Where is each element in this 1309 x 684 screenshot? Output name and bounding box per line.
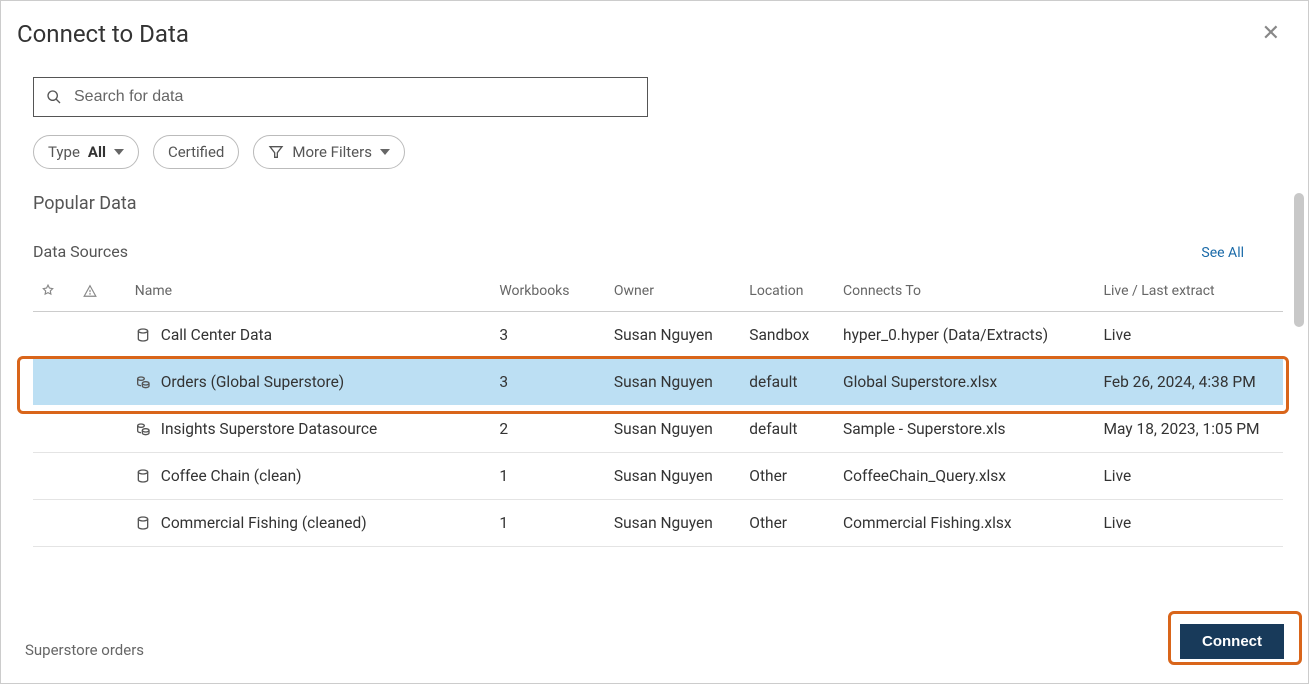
row-connects-to: hyper_0.hyper (Data/Extracts) — [835, 312, 1095, 359]
row-name: Orders (Global Superstore) — [161, 373, 344, 391]
published-datasource-icon — [135, 421, 151, 437]
col-location[interactable]: Location — [741, 271, 835, 312]
row-live: May 18, 2023, 1:05 PM — [1095, 406, 1283, 453]
table-row[interactable]: Coffee Chain (clean) 1Susan NguyenOtherCo… — [33, 453, 1283, 500]
more-filters[interactable]: More Filters — [253, 135, 405, 169]
row-owner: Susan Nguyen — [606, 312, 741, 359]
col-connects-to[interactable]: Connects To — [835, 271, 1095, 312]
row-name: Insights Superstore Datasource — [161, 420, 378, 438]
table-row[interactable]: Orders (Global Superstore) 3Susan Nguyend… — [33, 359, 1283, 406]
row-name: Call Center Data — [161, 326, 272, 344]
see-all-link[interactable]: See All — [1201, 245, 1244, 261]
row-live: Feb 26, 2024, 4:38 PM — [1095, 359, 1283, 406]
connect-to-data-dialog: Connect to Data ✕ Type All Certified — [0, 0, 1309, 684]
datasource-icon — [135, 515, 151, 531]
col-warning[interactable] — [75, 271, 127, 312]
certified-filter[interactable]: Certified — [153, 135, 239, 169]
datasource-icon — [135, 327, 151, 343]
row-owner: Susan Nguyen — [606, 406, 741, 453]
row-connects-to: Global Superstore.xlsx — [835, 359, 1095, 406]
footer-status: Superstore orders — [25, 641, 144, 659]
certified-filter-label: Certified — [168, 143, 224, 161]
close-button[interactable]: ✕ — [1258, 19, 1284, 49]
row-connects-to: Sample - Superstore.xls — [835, 406, 1095, 453]
row-owner: Susan Nguyen — [606, 500, 741, 547]
row-live: Live — [1095, 453, 1283, 500]
filter-icon — [268, 144, 284, 160]
connect-button[interactable]: Connect — [1180, 624, 1284, 659]
row-owner: Susan Nguyen — [606, 453, 741, 500]
row-workbooks: 1 — [491, 453, 606, 500]
dialog-title: Connect to Data — [17, 20, 189, 48]
row-location: Other — [741, 500, 835, 547]
row-name: Coffee Chain (clean) — [161, 467, 302, 485]
row-live: Live — [1095, 312, 1283, 359]
row-workbooks: 2 — [491, 406, 606, 453]
col-workbooks[interactable]: Workbooks — [491, 271, 606, 312]
table-row[interactable]: Insights Superstore Datasource 2Susan Ngu… — [33, 406, 1283, 453]
row-owner: Susan Nguyen — [606, 359, 741, 406]
data-sources-heading: Data Sources — [33, 242, 128, 261]
search-box[interactable] — [33, 77, 648, 117]
row-connects-to: CoffeeChain_Query.xlsx — [835, 453, 1095, 500]
type-filter-prefix: Type — [48, 143, 80, 161]
chevron-down-icon — [380, 149, 390, 155]
row-location: default — [741, 406, 835, 453]
row-workbooks: 3 — [491, 312, 606, 359]
col-name[interactable]: Name — [127, 271, 492, 312]
col-live[interactable]: Live / Last extract — [1095, 271, 1283, 312]
search-icon — [46, 89, 62, 105]
table-row[interactable]: Call Center Data 3Susan NguyenSandboxhype… — [33, 312, 1283, 359]
popular-data-heading: Popular Data — [33, 193, 1292, 214]
chevron-down-icon — [114, 149, 124, 155]
col-certified[interactable] — [33, 271, 75, 312]
col-owner[interactable]: Owner — [606, 271, 741, 312]
row-workbooks: 1 — [491, 500, 606, 547]
row-name: Commercial Fishing (cleaned) — [161, 514, 367, 532]
row-location: default — [741, 359, 835, 406]
row-connects-to: Commercial Fishing.xlsx — [835, 500, 1095, 547]
table-row[interactable]: Commercial Fishing (cleaned) 1Susan Nguye… — [33, 500, 1283, 547]
table-header-row: Name Workbooks Owner Location Connects T… — [33, 271, 1283, 312]
type-filter[interactable]: Type All — [33, 135, 139, 169]
row-location: Sandbox — [741, 312, 835, 359]
datasource-icon — [135, 468, 151, 484]
row-live: Live — [1095, 500, 1283, 547]
published-datasource-icon — [135, 374, 151, 390]
row-location: Other — [741, 453, 835, 500]
type-filter-value: All — [88, 143, 106, 161]
more-filters-label: More Filters — [292, 143, 372, 161]
search-input[interactable] — [72, 87, 635, 107]
scrollbar-thumb[interactable] — [1294, 193, 1304, 327]
row-workbooks: 3 — [491, 359, 606, 406]
data-sources-table: Name Workbooks Owner Location Connects T… — [33, 271, 1283, 547]
